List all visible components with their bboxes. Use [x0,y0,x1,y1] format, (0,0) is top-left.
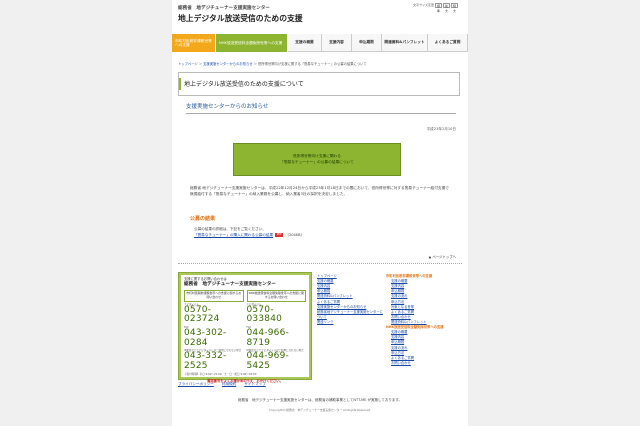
sitemap-item[interactable]: よくあるご質問 [317,300,340,304]
breadcrumb-sep: ＞ [198,62,203,66]
right-navi-number: 0570-033840 [246,305,283,325]
notice-banner: 低所得世帯向け支援に関わる 「簡易なチューナー」の公募の結果について [233,143,401,176]
pdf-icon: PDF [275,232,284,237]
breadcrumb-news[interactable]: 支援実施センターからのお知らせ [203,62,252,66]
sitemap-item[interactable]: 関連資料&パンフレット [317,294,353,298]
sitemap-item[interactable]: 支援の流れ [391,346,407,350]
footer-note: 総務省 地デジチューナー支援実施センターは、総務省の補助事業としてNTT-ME … [238,398,402,402]
header: 総務省 地デジチューナー支援実施センター 地上デジタル放送受信のための支援 文字… [172,0,468,32]
sitemap-item[interactable]: よくあるご質問 [391,310,414,314]
sitemap-item[interactable]: 支援実施センターからのお知らせ [317,305,366,309]
breadcrumb-current: 低所得世帯向け支援に関する「簡易なチューナー」の公募の結果について [257,62,367,66]
sitemap-item[interactable]: 支援の概要 [391,279,407,283]
results-block: 公募の結果の詳細は、下記をご覧ください。 「簡易なチューナー」の購入に関わる公募… [194,227,304,239]
sitemap-col-1: トップページ 支援の概要 支援内容 申込期限 関連資料&パンフレット よくあるご… [317,274,383,325]
section-heading: 支援実施センターからのお知らせ [186,104,456,115]
publish-date: 平成23年2月10日 [426,127,456,131]
contact-right-tag: NHK放送受信料全額免除世帯への支援に関するお問い合わせ [246,290,306,302]
sitemap-item[interactable]: お問い合わせ [391,361,411,365]
notice-line-2: 「簡易なチューナー」の公募の結果について [280,159,354,164]
sitemap-item[interactable]: 申込方法 [391,351,404,355]
privacy-policy-link[interactable]: プライバシーポリシー [178,382,214,387]
sitemap-item[interactable]: 申込期限 [391,289,404,293]
font-size-large-button[interactable]: 拡大 [443,3,450,13]
nav-overview[interactable]: 支援の概要 [288,34,322,52]
results-pdf-link[interactable]: 「簡易なチューナー」の購入に関わる公募の結果 [194,233,273,237]
page-top-link[interactable]: ▲ ページトップへ [429,255,456,259]
terms-link[interactable]: 利用規約 [222,382,236,387]
page: 総務省 地デジチューナー支援実施センター 地上デジタル放送受信のための支援 文字… [172,0,468,426]
copyright: Copyright(c)総務省 地デジチューナー支援実施センター All Rig… [268,408,372,412]
font-size-xlarge-button[interactable]: 特大 [451,3,458,13]
font-size-normal-button[interactable]: 標準 [435,3,442,13]
contact-box: 支援に関するお問い合わせは 総務省 地デジチューナー支援実施センター 市町村民税… [178,272,312,383]
divider [178,263,462,264]
sitemap-item[interactable]: 支援の概要 [317,279,333,283]
breadcrumb-home[interactable]: トップページ [178,62,198,66]
sitemap-item[interactable]: 総務省地デジチューナー支援実施センターについて [317,310,383,319]
nav-content[interactable]: 支援内容 [322,34,352,52]
pdf-size: （204KB） [285,232,305,237]
right-tel-number: 044-969-5425 [246,351,289,371]
site-title[interactable]: 地上デジタル放送受信のための支援 [178,14,303,24]
sitemap-item[interactable]: 申込方法 [391,300,404,304]
sitemap-link[interactable]: サイトマップ [244,382,266,387]
sitemap-item[interactable]: 支援の流れ [391,294,407,298]
contact-left-tag: 市町村民税非課税世帯への支援に関するお問い合わせ [184,290,244,302]
breadcrumb-sep: ＞ [253,62,257,66]
sitemap-item[interactable]: 関連リンク [317,320,333,324]
contact-label: 支援に関するお問い合わせは [184,277,227,281]
font-size-label: 文字サイズ変更 [413,2,434,7]
footer-links: プライバシーポリシー 利用規約 サイトマップ [178,382,266,387]
global-nav: 市町村民税非課税世帯への支援 NHK放送受信料全額免除世帯への支援 支援の概要 … [172,34,468,52]
sitemap-col-2: 市町村民税非課税世帯への支援 支援の概要 支援内容 申込期限 支援の流れ 申込方… [386,274,464,366]
right-fax-number: 044-966-8719 [246,328,289,348]
sitemap-item[interactable]: お問い合わせ [391,315,411,319]
body-text: 総務省 地デジチューナー支援実施センターは、平成22年12月24日から平成23年… [190,186,449,196]
breadcrumb: トップページ ＞ 支援実施センターからのお知らせ ＞ 低所得世帯向け支援に関する… [178,62,463,66]
left-tel-number: 043-332-2525 [184,351,227,371]
nav-low-income-support[interactable]: 市町村民税非課税世帯への支援 [172,34,216,52]
page-top-label: ページトップへ [432,255,456,259]
left-navi-number: 0570-023724 [184,305,220,325]
sitemap-item[interactable]: 申込期限 [317,289,330,293]
contact-hours: 【受付時間】平日 9:00〜21:00 土・日・祝日 9:00〜18:00 [184,373,257,377]
page-title-box: 地上デジタル放送受信のための支援について [178,72,460,96]
sitemap-item[interactable]: トップページ [317,274,337,278]
nav-deadline[interactable]: 申込期限 [352,34,382,52]
nav-nhk-exempt-support[interactable]: NHK放送受信料全額免除世帯への支援 [216,34,288,52]
contact-right: NHK放送受信料全額免除世帯への支援に関するお問い合わせ ナビダイヤル 0570… [246,290,306,371]
triangle-up-icon: ▲ [428,255,432,259]
sitemap-item[interactable]: 支援内容 [391,335,404,339]
results-heading: 公募の結果 [190,216,216,222]
font-size-switcher: 文字サイズ変更 標準 拡大 特大 [413,2,458,13]
left-fax-number: 043-302-0284 [184,328,227,348]
sitemap-item[interactable]: 関連資料&パンフレット [391,320,427,324]
org-name: 総務省 地デジチューナー支援実施センター [178,6,270,11]
sitemap-item[interactable]: 対象となる世帯 [391,305,414,309]
contact-title: 総務省 地デジチューナー支援実施センター [184,282,276,288]
sitemap-item[interactable]: 支援内容 [317,284,330,288]
nav-faq[interactable]: よくあるご質問 [428,34,468,52]
nav-documents[interactable]: 関連資料&パンフレット [382,34,428,52]
contact-left: 市町村民税非課税世帯への支援に関するお問い合わせ ナビダイヤル 0570-023… [184,290,244,371]
sitemap-item[interactable]: 支援の概要 [391,330,407,334]
sitemap-item[interactable]: 申込期限 [391,340,404,344]
sitemap-item[interactable]: よくあるご質問 [391,356,414,360]
page-title: 地上デジタル放送受信のための支援について [184,81,304,88]
sitemap-item[interactable]: 支援内容 [391,284,404,288]
